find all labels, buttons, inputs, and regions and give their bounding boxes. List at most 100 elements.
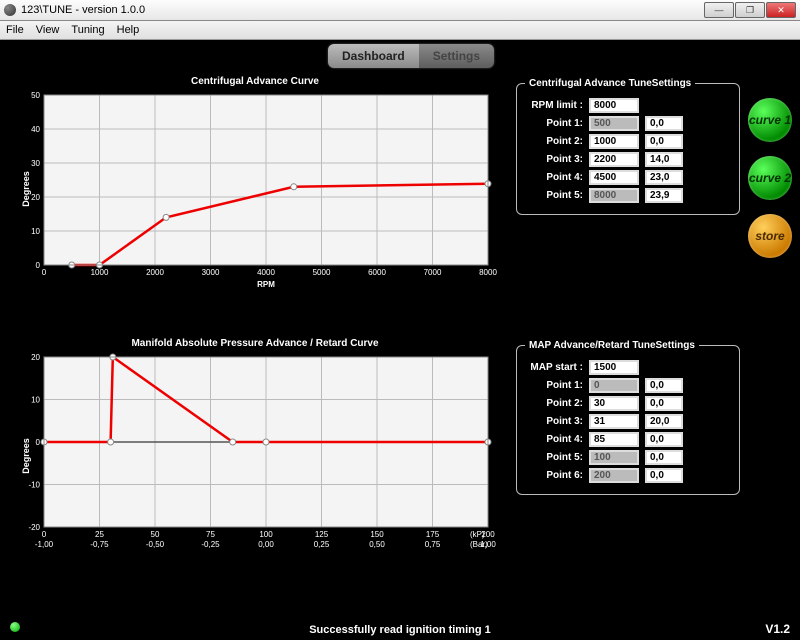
map-label-0: MAP start :: [525, 362, 583, 373]
tabs: Dashboard Settings: [328, 44, 494, 68]
svg-text:(kP): (kP): [470, 530, 485, 539]
centrifugal-ylabel: Degrees: [21, 171, 31, 207]
map-input-b-5[interactable]: [645, 450, 683, 465]
version-label: V1.2: [765, 622, 790, 636]
svg-text:30: 30: [31, 159, 40, 168]
centrifugal-label-4: Point 4:: [525, 172, 583, 183]
map-input-a-5: [589, 450, 639, 465]
tab-settings[interactable]: Settings: [419, 44, 494, 68]
app-icon: [4, 4, 16, 16]
svg-text:0: 0: [42, 530, 47, 539]
centrifugal-input-b-5[interactable]: [645, 188, 683, 203]
svg-text:25: 25: [95, 530, 104, 539]
svg-text:0: 0: [36, 438, 41, 447]
svg-text:10: 10: [31, 396, 40, 405]
centrifugal-label-1: Point 1:: [525, 118, 583, 129]
svg-text:100: 100: [259, 530, 273, 539]
side-buttons: curve 1 curve 2 store: [748, 98, 792, 258]
svg-text:50: 50: [31, 91, 40, 100]
menu-view[interactable]: View: [36, 24, 60, 36]
window-titlebar: 123\TUNE - version 1.0.0 — ❐ ✕: [0, 0, 800, 21]
centrifugal-chart-title: Centrifugal Advance Curve: [10, 76, 500, 87]
svg-text:(Bar): (Bar): [470, 540, 488, 549]
centrifugal-label-5: Point 5:: [525, 190, 583, 201]
map-label-2: Point 2:: [525, 398, 583, 409]
map-input-a-3[interactable]: [589, 414, 639, 429]
map-input-b-4[interactable]: [645, 432, 683, 447]
map-chart-wrap: Manifold Absolute Pressure Advance / Ret…: [10, 338, 500, 561]
centrifugal-label-0: RPM limit :: [525, 100, 583, 111]
svg-text:5000: 5000: [313, 268, 331, 277]
map-input-b-1[interactable]: [645, 378, 683, 393]
svg-text:125: 125: [315, 530, 329, 539]
svg-text:-10: -10: [28, 481, 40, 490]
centrifugal-input-a-3[interactable]: [589, 152, 639, 167]
map-input-b-2[interactable]: [645, 396, 683, 411]
centrifugal-input-b-3[interactable]: [645, 152, 683, 167]
centrifugal-input-a-1: [589, 116, 639, 131]
svg-text:-20: -20: [28, 523, 40, 532]
svg-text:50: 50: [151, 530, 160, 539]
window-title: 123\TUNE - version 1.0.0: [21, 4, 704, 16]
map-input-a-4[interactable]: [589, 432, 639, 447]
svg-text:RPM: RPM: [257, 280, 275, 289]
centrifugal-chart: 0102030405001000200030004000500060007000…: [10, 89, 500, 289]
svg-text:0,75: 0,75: [425, 540, 441, 549]
svg-text:4000: 4000: [257, 268, 275, 277]
svg-text:20: 20: [31, 193, 40, 202]
svg-text:6000: 6000: [368, 268, 386, 277]
map-panel-title: MAP Advance/Retard TuneSettings: [525, 340, 699, 351]
map-ylabel: Degrees: [21, 438, 31, 474]
centrifugal-input-a-4[interactable]: [589, 170, 639, 185]
menu-tuning[interactable]: Tuning: [71, 24, 104, 36]
svg-text:8000: 8000: [479, 268, 497, 277]
maximize-button[interactable]: ❐: [735, 2, 765, 18]
map-chart: -20-10010200-1,0025-0,7550-0,5075-0,2510…: [10, 351, 500, 561]
map-label-1: Point 1:: [525, 380, 583, 391]
svg-text:0: 0: [42, 268, 47, 277]
centrifugal-input-a-2[interactable]: [589, 134, 639, 149]
map-settings-panel: MAP Advance/Retard TuneSettings MAP star…: [516, 340, 740, 495]
svg-text:7000: 7000: [424, 268, 442, 277]
menubar: File View Tuning Help: [0, 21, 800, 40]
centrifugal-label-3: Point 3:: [525, 154, 583, 165]
svg-text:-0,50: -0,50: [146, 540, 165, 549]
minimize-button[interactable]: —: [704, 2, 734, 18]
map-input-b-3[interactable]: [645, 414, 683, 429]
menu-file[interactable]: File: [6, 24, 24, 36]
svg-text:175: 175: [426, 530, 440, 539]
map-input-a-0[interactable]: [589, 360, 639, 375]
map-label-4: Point 4:: [525, 434, 583, 445]
centrifugal-panel-title: Centrifugal Advance TuneSettings: [525, 78, 695, 89]
map-chart-title: Manifold Absolute Pressure Advance / Ret…: [10, 338, 500, 349]
map-input-a-2[interactable]: [589, 396, 639, 411]
svg-text:-0,25: -0,25: [201, 540, 220, 549]
centrifugal-settings-panel: Centrifugal Advance TuneSettings RPM lim…: [516, 78, 740, 215]
svg-text:20: 20: [31, 353, 40, 362]
svg-text:75: 75: [206, 530, 215, 539]
centrifugal-input-a-0[interactable]: [589, 98, 639, 113]
centrifugal-label-2: Point 2:: [525, 136, 583, 147]
curve2-button[interactable]: curve 2: [748, 156, 792, 200]
svg-text:0: 0: [36, 261, 41, 270]
svg-text:3000: 3000: [202, 268, 220, 277]
tab-dashboard[interactable]: Dashboard: [328, 44, 419, 68]
map-label-3: Point 3:: [525, 416, 583, 427]
close-button[interactable]: ✕: [766, 2, 796, 18]
svg-text:-0,75: -0,75: [90, 540, 109, 549]
map-input-b-6[interactable]: [645, 468, 683, 483]
curve1-button[interactable]: curve 1: [748, 98, 792, 142]
menu-help[interactable]: Help: [117, 24, 140, 36]
svg-text:0,25: 0,25: [314, 540, 330, 549]
svg-text:10: 10: [31, 227, 40, 236]
svg-text:0,50: 0,50: [369, 540, 385, 549]
svg-text:0,00: 0,00: [258, 540, 274, 549]
status-text: Successfully read ignition timing 1: [0, 624, 800, 636]
centrifugal-input-a-5: [589, 188, 639, 203]
map-input-a-1: [589, 378, 639, 393]
centrifugal-input-b-2[interactable]: [645, 134, 683, 149]
svg-text:1000: 1000: [91, 268, 109, 277]
centrifugal-input-b-4[interactable]: [645, 170, 683, 185]
centrifugal-input-b-1[interactable]: [645, 116, 683, 131]
store-button[interactable]: store: [748, 214, 792, 258]
